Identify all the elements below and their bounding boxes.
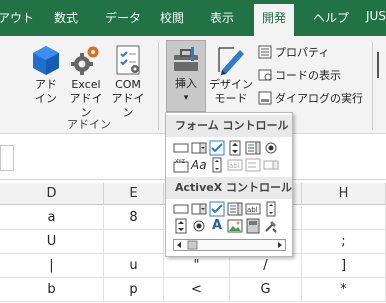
ax-scroll-bar-control-icon[interactable] — [263, 201, 279, 217]
grid-cell-e-2[interactable] — [104, 230, 164, 254]
grid-cell-d-3[interactable]: | — [0, 254, 104, 278]
button-control-icon[interactable] — [173, 140, 189, 156]
tab-review[interactable]: 校閲 — [160, 9, 184, 26]
grid-cell-d-2[interactable]: U — [0, 230, 104, 254]
checkbox-control-icon[interactable] — [209, 140, 225, 156]
activex-controls-heading: ActiveX コントロール — [166, 177, 292, 199]
tab-just[interactable]: JUS — [366, 9, 386, 23]
ax-combo-box-control-icon[interactable] — [191, 201, 207, 217]
combo-dropdown-edit-control-icon[interactable] — [263, 157, 279, 173]
addins-group-label: アドイン — [67, 118, 111, 131]
column-header-d[interactable]: D — [0, 183, 104, 205]
run-dialog-icon — [258, 91, 272, 105]
form-controls-heading: フォーム コントロール — [166, 115, 292, 137]
spin-button-control-icon[interactable] — [227, 140, 243, 156]
grid-cell-h-3[interactable]: ] — [302, 254, 386, 278]
excel-window: アウト 数式 データ 校閲 表示 開発 ヘルプ JUS アド イン Excel … — [0, 0, 386, 303]
ribbon-tab-strip: アウト 数式 データ 校閲 表示 開発 ヘルプ JUS — [0, 0, 386, 36]
ax-button-control-icon[interactable] — [173, 201, 189, 217]
grid-cell-d-4[interactable]: b — [0, 278, 104, 302]
svg-text:abl: abl — [247, 206, 258, 214]
combo-list-edit-control-icon[interactable] — [245, 157, 261, 173]
option-button-control-icon[interactable] — [263, 140, 279, 156]
list-box-control-icon[interactable] — [245, 140, 261, 156]
grid-cell-e-3[interactable]: u — [104, 254, 164, 278]
grid-cell-g-4[interactable]: G — [230, 278, 302, 302]
tab-view[interactable]: 表示 — [210, 9, 234, 26]
ax-list-box-control-icon[interactable] — [227, 201, 243, 217]
design-mode-button[interactable]: デザイン モード — [208, 44, 254, 106]
combo-box-control-icon[interactable] — [191, 140, 207, 156]
ax-toggle-button-control-icon[interactable] — [245, 218, 261, 234]
properties-button[interactable]: プロパティ — [258, 44, 329, 62]
tab-developer[interactable]: 開発 — [254, 4, 295, 36]
ax-text-box-control-icon[interactable]: abl — [245, 201, 261, 217]
ax-image-control-icon[interactable] — [227, 218, 243, 234]
ax-checkbox-control-icon[interactable] — [209, 201, 225, 217]
view-code-icon — [258, 69, 272, 81]
text-field-control-icon[interactable]: abl — [227, 157, 243, 173]
column-header-h[interactable]: H — [302, 183, 386, 205]
addins-button[interactable]: アド イン — [28, 44, 64, 106]
ax-more-controls-icon[interactable] — [263, 218, 279, 234]
run-dialog-button[interactable]: ダイアログの実行 — [258, 90, 363, 108]
svg-text:abl: abl — [229, 162, 240, 170]
tab-data[interactable]: データ — [105, 9, 141, 26]
properties-icon — [258, 45, 272, 59]
grid-cell-h-4[interactable]: * — [302, 278, 386, 302]
tab-formulas[interactable]: 数式 — [54, 9, 78, 26]
view-code-button[interactable]: コードの表示 — [258, 67, 341, 85]
ax-spin-button-control-icon[interactable] — [173, 218, 189, 234]
name-box[interactable] — [0, 145, 14, 171]
tab-help[interactable]: ヘルプ — [313, 9, 349, 26]
toolbox-icon — [174, 47, 198, 71]
ax-label-control-icon[interactable]: A — [209, 218, 225, 234]
insert-control-button[interactable]: 挿入 ▾ — [166, 40, 206, 112]
tab-page-layout[interactable]: アウト — [0, 9, 34, 26]
ax-horizontal-scrollbar-preview[interactable] — [173, 239, 286, 251]
svg-text:XYZ: XYZ — [175, 159, 185, 165]
design-mode-icon — [218, 47, 244, 75]
group-separator-2 — [372, 42, 373, 130]
scroll-bar-control-icon[interactable] — [209, 157, 225, 173]
gear-icon — [71, 46, 99, 75]
grid-cell-f-3[interactable]: " — [164, 254, 230, 278]
column-header-e[interactable]: E — [104, 183, 164, 205]
grid-cell-e-4[interactable]: p — [104, 278, 164, 302]
label-control-icon[interactable]: Aa — [191, 157, 207, 173]
com-addins-icon — [116, 45, 140, 75]
insert-controls-dropdown: フォーム コントロール XYZ Aa abl ActiveX コントロール ab… — [165, 112, 293, 257]
grid-cell-d-1[interactable]: a — [0, 206, 104, 230]
ax-option-button-control-icon[interactable] — [191, 218, 207, 234]
grid-cell-h-1[interactable] — [302, 206, 386, 230]
grid-cell-g-3[interactable]: / — [230, 254, 302, 278]
next-group-icon — [377, 52, 379, 78]
com-addins-button[interactable]: COM アドイン — [108, 44, 148, 120]
group-separator — [158, 42, 159, 130]
addins-icon — [33, 46, 59, 75]
grid-cell-e-1[interactable]: 8 — [104, 206, 164, 230]
group-box-control-icon[interactable]: XYZ — [173, 157, 189, 173]
grid-cell-f-4[interactable]: < — [164, 278, 230, 302]
excel-addins-button[interactable]: Excel アドイン — [66, 44, 106, 120]
grid-cell-h-2[interactable]: ; — [302, 230, 386, 254]
